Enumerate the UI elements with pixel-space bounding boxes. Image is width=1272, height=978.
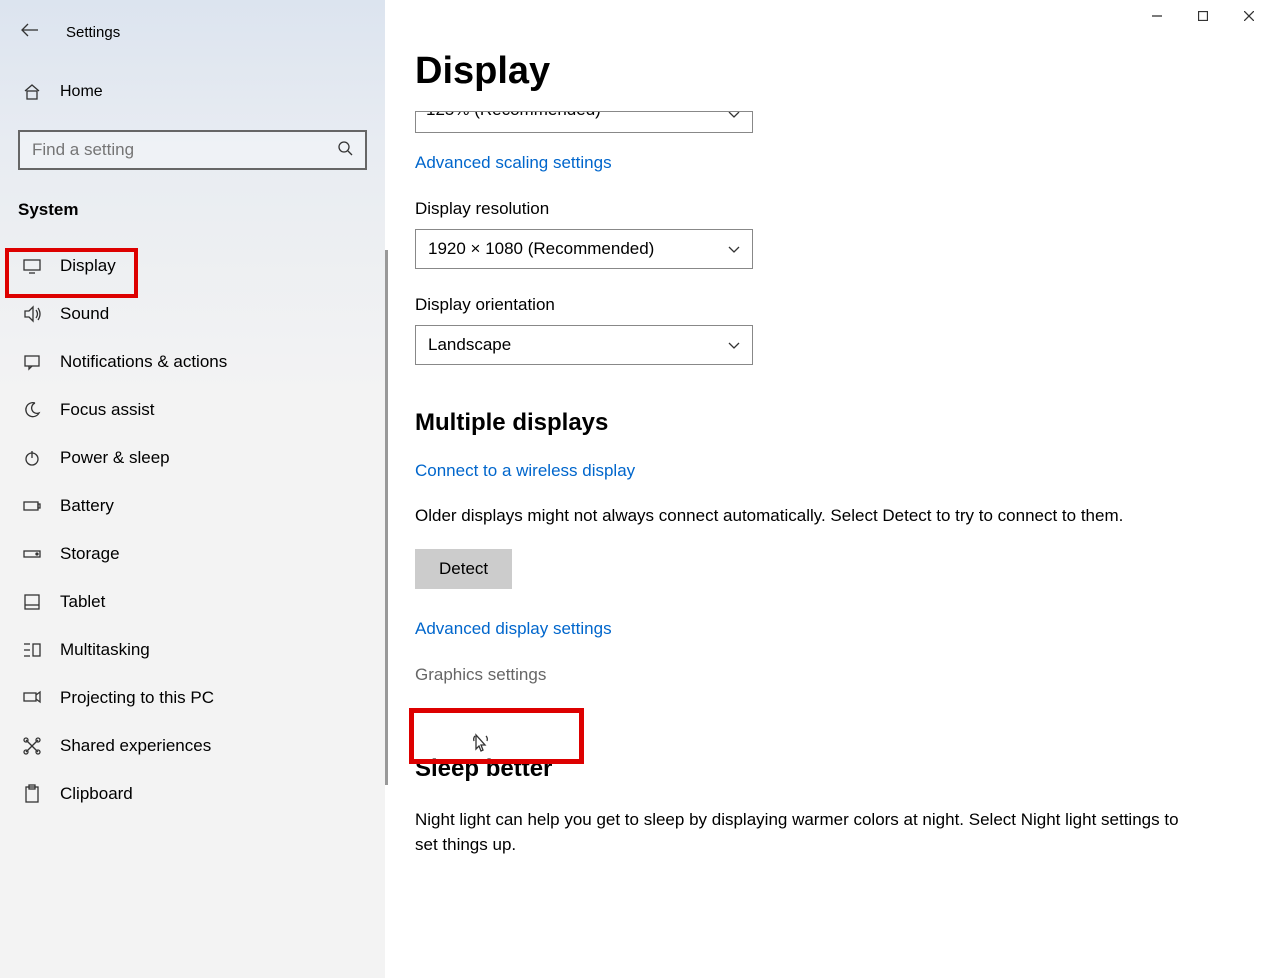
nav-tablet[interactable]: Tablet bbox=[0, 578, 385, 626]
nav-label: Tablet bbox=[60, 592, 105, 612]
orientation-dropdown[interactable]: Landscape bbox=[415, 325, 753, 365]
minimize-button[interactable] bbox=[1134, 0, 1180, 32]
nav-label: Battery bbox=[60, 496, 114, 516]
home-icon bbox=[22, 82, 42, 102]
nav-label: Power & sleep bbox=[60, 448, 170, 468]
nav-shared-experiences[interactable]: Shared experiences bbox=[0, 722, 385, 770]
nav-storage[interactable]: Storage bbox=[0, 530, 385, 578]
app-title: Settings bbox=[66, 24, 120, 41]
projecting-icon bbox=[22, 688, 42, 708]
sleep-body-text: Night light can help you get to sleep by… bbox=[415, 807, 1195, 858]
nav-notifications[interactable]: Notifications & actions bbox=[0, 338, 385, 386]
search-input[interactable] bbox=[32, 140, 337, 160]
scale-dropdown[interactable]: 125% (Recommended) bbox=[415, 111, 753, 133]
sound-icon bbox=[22, 304, 42, 324]
nav-label: Shared experiences bbox=[60, 736, 211, 756]
home-nav[interactable]: Home bbox=[0, 68, 385, 116]
clipboard-icon bbox=[22, 784, 42, 804]
chevron-down-icon bbox=[728, 239, 740, 259]
notification-icon bbox=[22, 352, 42, 372]
battery-icon bbox=[22, 496, 42, 516]
multitasking-icon bbox=[22, 640, 42, 660]
shared-icon bbox=[22, 736, 42, 756]
nav-label: Multitasking bbox=[60, 640, 150, 660]
nav-label: Storage bbox=[60, 544, 120, 564]
graphics-settings-link[interactable]: Graphics settings bbox=[415, 665, 546, 685]
nav-sound[interactable]: Sound bbox=[0, 290, 385, 338]
nav-power-sleep[interactable]: Power & sleep bbox=[0, 434, 385, 482]
close-button[interactable] bbox=[1226, 0, 1272, 32]
maximize-button[interactable] bbox=[1180, 0, 1226, 32]
monitor-icon bbox=[22, 256, 42, 276]
power-icon bbox=[22, 448, 42, 468]
content-area: Display 125% (Recommended) Advanced scal… bbox=[385, 0, 1272, 978]
tablet-icon bbox=[22, 592, 42, 612]
nav-projecting[interactable]: Projecting to this PC bbox=[0, 674, 385, 722]
resolution-dropdown[interactable]: 1920 × 1080 (Recommended) bbox=[415, 229, 753, 269]
home-label: Home bbox=[60, 83, 103, 101]
page-title: Display bbox=[415, 50, 1232, 93]
nav-display[interactable]: Display bbox=[0, 242, 385, 290]
orientation-value: Landscape bbox=[428, 335, 511, 355]
nav-clipboard[interactable]: Clipboard bbox=[0, 770, 385, 818]
nav-focus-assist[interactable]: Focus assist bbox=[0, 386, 385, 434]
search-box[interactable] bbox=[18, 130, 367, 170]
resolution-label: Display resolution bbox=[415, 199, 1232, 219]
nav-label: Clipboard bbox=[60, 784, 133, 804]
orientation-label: Display orientation bbox=[415, 295, 1232, 315]
nav-label: Projecting to this PC bbox=[60, 688, 214, 708]
detect-button[interactable]: Detect bbox=[415, 549, 512, 589]
chevron-down-icon bbox=[728, 335, 740, 355]
storage-icon bbox=[22, 544, 42, 564]
multiple-displays-heading: Multiple displays bbox=[415, 409, 1232, 437]
wireless-display-link[interactable]: Connect to a wireless display bbox=[415, 461, 635, 481]
nav-label: Notifications & actions bbox=[60, 352, 227, 372]
moon-icon bbox=[22, 400, 42, 420]
advanced-display-link[interactable]: Advanced display settings bbox=[415, 619, 612, 639]
scale-value: 125% (Recommended) bbox=[426, 111, 601, 120]
nav-label: Sound bbox=[60, 304, 109, 324]
category-label: System bbox=[0, 190, 385, 242]
nav-multitasking[interactable]: Multitasking bbox=[0, 626, 385, 674]
search-icon bbox=[337, 140, 353, 161]
sleep-better-heading: Sleep better bbox=[415, 755, 1232, 783]
resolution-value: 1920 × 1080 (Recommended) bbox=[428, 239, 654, 259]
chevron-down-icon bbox=[728, 111, 740, 124]
back-button[interactable] bbox=[20, 23, 38, 42]
window-controls bbox=[1134, 0, 1272, 32]
advanced-scaling-link[interactable]: Advanced scaling settings bbox=[415, 153, 612, 173]
detect-hint-text: Older displays might not always connect … bbox=[415, 503, 1195, 529]
nav-battery[interactable]: Battery bbox=[0, 482, 385, 530]
nav-label: Focus assist bbox=[60, 400, 154, 420]
sidebar: Settings Home System Display Sound Notif… bbox=[0, 0, 385, 978]
nav-label: Display bbox=[60, 256, 116, 276]
